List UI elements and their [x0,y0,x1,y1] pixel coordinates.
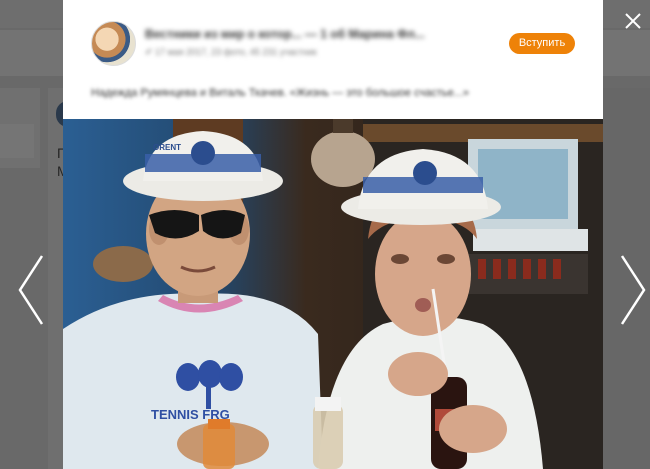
close-icon[interactable] [622,10,644,32]
group-avatar[interactable] [91,21,136,66]
photo-image: ORENT TENNIS FRG [63,119,603,469]
group-title[interactable]: Вестники из мир о котор... — 1 об Марина… [145,27,435,43]
chevron-right-icon[interactable] [618,254,648,326]
photo-viewer-modal: Вестники из мир о котор... — 1 об Марина… [63,0,603,469]
group-meta: ✐ 17 мая 2017, 23 фото, 45 231 участник [145,47,317,57]
photo-caption: Надежда Румянцева и Виталь Ткачев. «Жизн… [91,87,469,99]
join-group-button[interactable]: Вступить [509,33,575,54]
photo[interactable]: ORENT TENNIS FRG [63,119,603,469]
hat-print: ORENT [153,143,181,152]
chevron-left-icon[interactable] [16,254,46,326]
post-header: Вестники из мир о котор... — 1 об Марина… [63,0,603,118]
